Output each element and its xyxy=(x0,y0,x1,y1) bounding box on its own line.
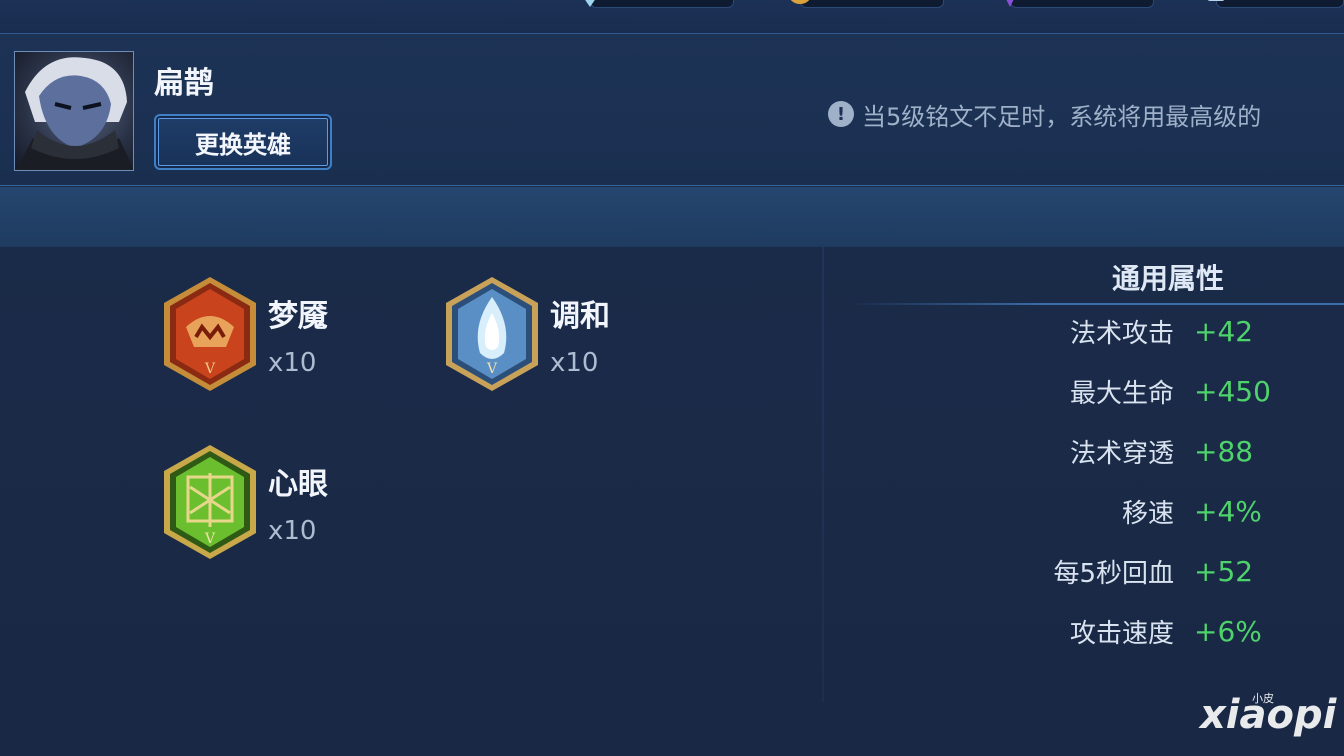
ticket-icon xyxy=(1207,0,1225,1)
stat-value: +4% xyxy=(1194,494,1262,528)
section-band xyxy=(0,187,1344,247)
stat-value: +6% xyxy=(1194,614,1262,648)
watermark-small-text: 小皮 xyxy=(1252,692,1274,705)
rune-notice: ! 当5级铭文不足时，系统将用最高级的 xyxy=(828,98,1262,131)
stat-label: 攻击速度 xyxy=(1069,618,1174,649)
rune-item-harmony[interactable]: V 调和 x10 xyxy=(442,275,610,393)
green-rune-icon: V xyxy=(164,445,256,559)
stat-label: 每5秒回血 xyxy=(1053,558,1174,589)
stat-row: 法术攻击 +42 xyxy=(900,311,1340,351)
stat-row: 攻击速度 +6% xyxy=(900,611,1340,651)
red-rune-icon: V xyxy=(164,277,256,391)
rune-count: x10 xyxy=(550,348,599,378)
currency-chip-4 xyxy=(1207,0,1344,8)
stat-row: 最大生命 +450 xyxy=(900,371,1340,411)
stat-label: 法术攻击 xyxy=(1069,318,1174,349)
stat-label: 移速 xyxy=(1121,498,1174,529)
rune-count: x10 xyxy=(268,516,317,546)
svg-text:V: V xyxy=(204,361,216,377)
hero-portrait-icon xyxy=(16,57,133,170)
currency-bar xyxy=(0,0,1344,34)
stat-value: +450 xyxy=(1194,374,1271,408)
site-watermark: 小皮 xiaopi xyxy=(1200,692,1344,756)
stat-row: 法术穿透 +88 xyxy=(900,431,1340,471)
rune-name: 梦魇 xyxy=(268,299,328,334)
stats-title: 通用属性 xyxy=(1112,262,1225,295)
panel-divider xyxy=(822,247,824,702)
stat-value: +88 xyxy=(1194,434,1254,468)
rune-name: 心眼 xyxy=(268,467,328,502)
rune-summary-panel: V 梦魇 x10 V 调和 x10 V 心眼 x10 通用属性 法术攻击 +42… xyxy=(0,247,1344,756)
hero-header: 扁鹊 更换英雄 ! 当5级铭文不足时，系统将用最高级的 xyxy=(0,34,1344,186)
rune-item-insight[interactable]: V 心眼 x10 xyxy=(160,443,328,561)
rune-notice-text: 当5级铭文不足时，系统将用最高级的 xyxy=(862,102,1262,131)
info-icon: ! xyxy=(828,101,854,127)
rune-count: x10 xyxy=(268,348,317,378)
stats-title-underline xyxy=(850,303,1344,305)
stat-row: 每5秒回血 +52 xyxy=(900,551,1340,591)
stat-row: 移速 +4% xyxy=(900,491,1340,531)
hero-name: 扁鹊 xyxy=(154,66,214,101)
svg-text:V: V xyxy=(486,361,498,377)
purple-gem-icon xyxy=(1006,0,1014,7)
blue-rune-icon: V xyxy=(446,277,538,391)
stat-value: +52 xyxy=(1194,554,1254,588)
stat-label: 最大生命 xyxy=(1069,378,1174,409)
svg-text:V: V xyxy=(204,531,216,547)
stat-label: 法术穿透 xyxy=(1069,438,1174,469)
gold-coin-icon xyxy=(790,0,810,4)
currency-chip-1 xyxy=(585,0,734,8)
rune-name: 调和 xyxy=(550,299,610,334)
rune-item-nightmare[interactable]: V 梦魇 x10 xyxy=(160,275,328,393)
hero-avatar xyxy=(14,51,134,171)
stat-value: +42 xyxy=(1194,314,1254,348)
currency-chip-3 xyxy=(1006,0,1154,8)
crystal-icon xyxy=(585,0,595,7)
change-hero-button[interactable]: 更换英雄 xyxy=(154,114,332,170)
currency-chip-2 xyxy=(790,0,944,8)
